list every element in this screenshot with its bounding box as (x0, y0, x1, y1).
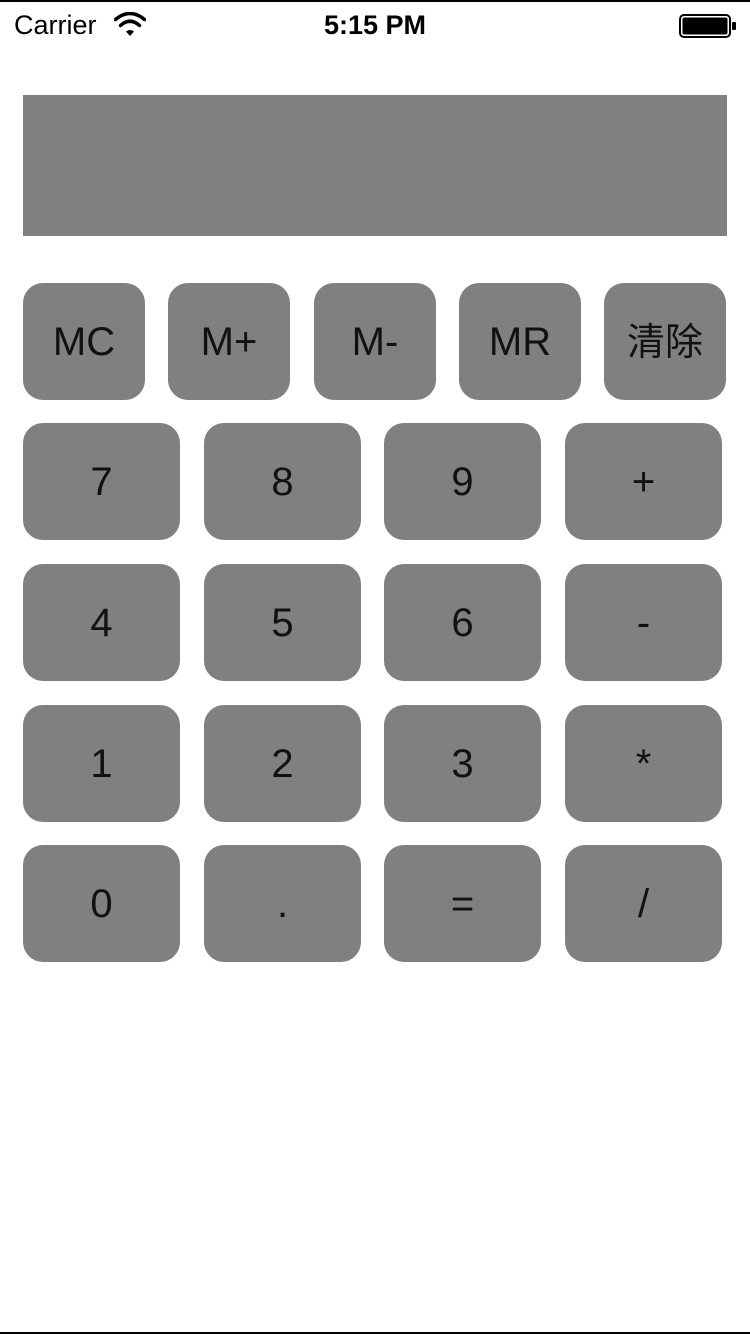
key-label: = (450, 881, 475, 926)
key-label: . (276, 881, 289, 926)
key-label: 9 (451, 459, 474, 504)
memory-subtract-button[interactable]: M- (314, 283, 436, 400)
equals-button[interactable]: = (384, 845, 541, 962)
key-label: 2 (271, 741, 294, 786)
battery-full-icon (679, 14, 737, 40)
memory-clear-button[interactable]: MC (23, 283, 145, 400)
key-label: MC (52, 319, 116, 364)
status-bar: Carrier 5:15 PM (0, 2, 750, 46)
digit-2-button[interactable]: 2 (204, 705, 361, 822)
digit-4-button[interactable]: 4 (23, 564, 180, 681)
key-label: MR (488, 319, 552, 364)
key-label: 6 (451, 600, 474, 645)
key-label: * (635, 741, 652, 786)
memory-recall-button[interactable]: MR (459, 283, 581, 400)
memory-add-button[interactable]: M+ (168, 283, 290, 400)
clear-button[interactable]: 清除 (604, 283, 726, 400)
key-label: 3 (451, 741, 474, 786)
digit-0-button[interactable]: 0 (23, 845, 180, 962)
digit-9-button[interactable]: 9 (384, 423, 541, 540)
multiply-button[interactable]: * (565, 705, 722, 822)
key-label: 清除 (626, 319, 703, 364)
divide-button[interactable]: / (565, 845, 722, 962)
calculator-display (23, 95, 727, 236)
key-label: 7 (90, 459, 113, 504)
key-label: 0 (90, 881, 113, 926)
key-label: M+ (200, 319, 258, 364)
key-label: 8 (271, 459, 294, 504)
digit-1-button[interactable]: 1 (23, 705, 180, 822)
key-label: M- (351, 319, 399, 364)
plus-button[interactable]: + (565, 423, 722, 540)
digit-8-button[interactable]: 8 (204, 423, 361, 540)
digit-6-button[interactable]: 6 (384, 564, 541, 681)
digit-7-button[interactable]: 7 (23, 423, 180, 540)
minus-button[interactable]: - (565, 564, 722, 681)
key-label: 1 (90, 741, 113, 786)
digit-3-button[interactable]: 3 (384, 705, 541, 822)
key-label: + (631, 459, 656, 504)
digit-5-button[interactable]: 5 (204, 564, 361, 681)
decimal-point-button[interactable]: . (204, 845, 361, 962)
key-label: - (636, 600, 651, 645)
key-label: 5 (271, 600, 294, 645)
status-time: 5:15 PM (323, 10, 427, 40)
key-label: / (637, 881, 650, 926)
key-label: 4 (90, 600, 113, 645)
